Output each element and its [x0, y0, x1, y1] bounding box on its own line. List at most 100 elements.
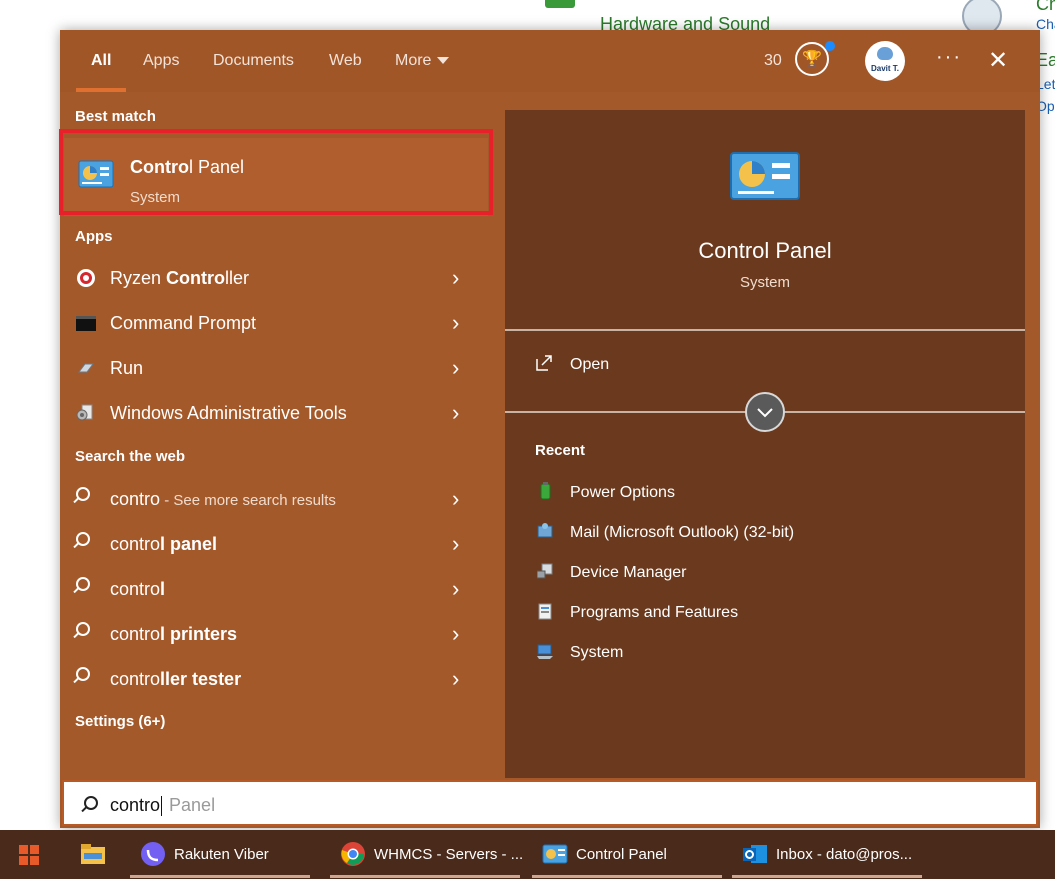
apps-heading: Apps: [75, 228, 113, 245]
chevron-right-icon[interactable]: ›: [452, 621, 459, 647]
preview-title: Control Panel: [698, 238, 832, 263]
programs-icon: [538, 603, 552, 620]
device-manager-icon: [537, 563, 553, 579]
cmd-icon: [76, 316, 96, 331]
app-item-label: Ryzen Controller: [110, 268, 250, 288]
avatar[interactable]: Davit T.: [865, 41, 905, 81]
web-item-control-printers[interactable]: control printers ›: [60, 612, 490, 656]
chevron-right-icon[interactable]: ›: [452, 400, 459, 426]
windows-start-icon[interactable]: [19, 845, 39, 865]
search-suggestion: Panel: [169, 795, 216, 815]
taskbar-label: WHMCS - Servers - ...: [374, 846, 524, 863]
app-item-label: Run: [110, 358, 144, 378]
app-item-run[interactable]: Run ›: [60, 346, 490, 390]
best-match-control-panel[interactable]: Control Panel System: [59, 129, 493, 216]
search-icon: [76, 487, 90, 501]
mail-icon: [537, 523, 553, 538]
notification-dot: [825, 41, 835, 51]
taskbar-outlook[interactable]: Inbox - dato@pros...: [732, 830, 922, 879]
running-indicator: [130, 875, 310, 878]
search-icon: [76, 532, 90, 546]
web-item-label: controller tester: [110, 669, 242, 689]
hardware-icon: [545, 0, 575, 8]
highlight-outline: [59, 129, 493, 215]
chevron-right-icon[interactable]: ›: [452, 355, 459, 381]
taskbar-file-explorer[interactable]: [80, 830, 120, 879]
settings-heading[interactable]: Settings (6+): [75, 713, 165, 730]
text-cursor: [161, 796, 163, 817]
app-item-label: Windows Administrative Tools: [110, 403, 347, 423]
app-item-ryzen-controller[interactable]: Ryzen Controller ›: [60, 256, 490, 300]
taskbar-label: Rakuten Viber: [174, 846, 269, 863]
caret-down-icon: [437, 57, 450, 65]
taskbar-viber[interactable]: Rakuten Viber: [130, 830, 320, 879]
chevron-right-icon[interactable]: ›: [452, 310, 459, 336]
control-panel-icon: [78, 160, 114, 188]
web-item-control-panel[interactable]: control panel ›: [60, 522, 490, 566]
rewards-count: 30: [764, 52, 782, 69]
chevron-right-icon[interactable]: ›: [452, 486, 459, 512]
search-flyout: All Apps Documents Web More 30 🏆 Davit T…: [59, 30, 1040, 828]
admin-tools-icon: [76, 404, 93, 421]
search-input[interactable]: contro Panel: [110, 795, 216, 817]
divider: [505, 329, 1025, 331]
preview-panel: Control Panel System Open Recent Power O…: [505, 110, 1025, 778]
taskbar: Rakuten Viber WHMCS - Servers - ... Cont…: [0, 830, 1055, 879]
open-external-icon: [536, 355, 552, 371]
tab-more-label: More: [395, 52, 432, 69]
control-panel-icon: [542, 844, 568, 864]
tab-more[interactable]: More: [395, 52, 450, 70]
brain-logo-icon: [877, 47, 893, 60]
open-label: Open: [570, 356, 610, 373]
tab-documents[interactable]: Documents: [213, 52, 294, 70]
taskbar-control-panel[interactable]: Control Panel: [532, 830, 722, 879]
search-icon: [76, 622, 90, 636]
taskbar-label: Inbox - dato@pros...: [776, 846, 913, 863]
tab-all[interactable]: All: [91, 52, 111, 70]
chevron-right-icon[interactable]: ›: [452, 666, 459, 692]
recent-heading: Recent: [535, 442, 586, 459]
running-indicator: [532, 875, 722, 878]
expand-button[interactable]: [745, 392, 785, 432]
run-icon: [78, 363, 94, 373]
tab-apps[interactable]: Apps: [143, 52, 179, 70]
chevron-right-icon[interactable]: ›: [452, 576, 459, 602]
web-item-control[interactable]: control ›: [60, 567, 490, 611]
best-match-heading: Best match: [75, 108, 156, 125]
search-web-heading: Search the web: [75, 448, 186, 465]
tab-web[interactable]: Web: [329, 52, 362, 70]
more-options-icon[interactable]: ···: [936, 46, 962, 69]
running-indicator: [330, 875, 520, 878]
close-icon[interactable]: ✕: [988, 46, 1008, 75]
taskbar-chrome[interactable]: WHMCS - Servers - ...: [330, 830, 524, 879]
web-item-label: control: [110, 579, 166, 599]
web-item-contro[interactable]: contro - See more search results ›: [60, 477, 490, 521]
chevron-right-icon[interactable]: ›: [452, 531, 459, 557]
system-icon: [537, 644, 553, 659]
power-options-icon: [540, 482, 551, 500]
file-explorer-icon: [81, 844, 105, 864]
preview-subtitle: System: [739, 274, 790, 291]
app-item-command-prompt[interactable]: Command Prompt ›: [60, 301, 490, 345]
web-item-label: contro - See more search results: [110, 489, 336, 509]
web-item-label: control printers: [110, 624, 238, 644]
search-box[interactable]: contro Panel: [62, 780, 1038, 826]
app-item-label: Command Prompt: [110, 313, 257, 333]
chevron-right-icon[interactable]: ›: [452, 265, 459, 291]
avatar-text: Davit T.: [870, 64, 899, 73]
control-panel-large-icon: [730, 152, 800, 200]
bg-snippet-1: Ch: [1036, 0, 1055, 14]
search-icon: [76, 667, 90, 681]
taskbar-label: Control Panel: [576, 846, 667, 863]
web-item-controller-tester[interactable]: controller tester ›: [60, 657, 490, 701]
app-item-admin-tools[interactable]: Windows Administrative Tools ›: [60, 391, 490, 435]
viber-icon: [141, 842, 165, 866]
ryzen-icon: [77, 269, 95, 287]
search-icon: [84, 796, 98, 810]
web-item-label: control panel: [110, 534, 218, 554]
chevron-down-icon: [757, 408, 773, 418]
chrome-icon: [341, 842, 365, 866]
rewards-trophy-icon[interactable]: 🏆: [795, 42, 829, 76]
search-icon: [76, 577, 90, 591]
results-list: Best match Control Panel System Apps Ryz…: [59, 92, 493, 778]
